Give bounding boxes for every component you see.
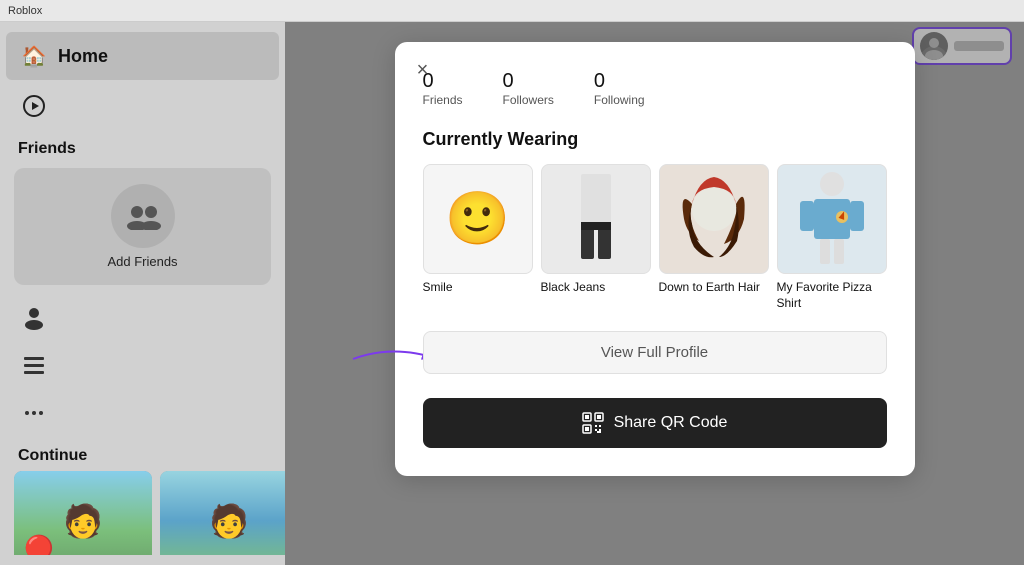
followers-count: 0 [503,70,514,93]
view-profile-container: View Full Profile [423,331,887,386]
stat-following: 0 Following [594,70,645,107]
item-name-pizza-shirt: My Favorite Pizza Shirt [777,280,887,311]
home-label: Home [58,46,108,67]
following-label: Following [594,93,645,107]
items-grid: 🙂 Smile [423,164,887,311]
add-friends-card[interactable]: Add Friends [14,168,271,285]
following-count: 0 [594,70,605,93]
item-thumb-shirt [777,164,887,274]
sidebar-item-more[interactable] [6,389,279,437]
title-bar: Roblox [0,0,1024,22]
item-card-pizza-shirt[interactable]: My Favorite Pizza Shirt [777,164,887,311]
item-name-hair: Down to Earth Hair [659,280,769,296]
currently-wearing-title: Currently Wearing [423,129,887,150]
item-card-black-jeans[interactable]: Black Jeans [541,164,651,311]
main-content: × 0 Friends 0 Followers 0 Following [285,22,1024,565]
item-card-smile[interactable]: 🙂 Smile [423,164,533,311]
continue-section-title: Continue [0,437,285,471]
item-thumb-jeans [541,164,651,274]
app-title: Roblox [8,5,42,17]
game-card-arabic[interactable]: 🧑 رت العرب 👍 79% [160,471,285,555]
add-friends-label: Add Friends [107,254,177,269]
sidebar: 🏠 Home Friends [0,22,285,565]
item-thumb-hair [659,164,769,274]
continue-games: 🧑 🔴 Blade Ball 👍 94% 👤 66.2K 🧑 رت ا [0,471,285,555]
game-thumb-bladeball: 🧑 🔴 [14,471,152,555]
sidebar-item-discover[interactable] [6,82,279,130]
sidebar-nav: 🏠 Home [0,32,285,130]
share-qr-button[interactable]: Share QR Code [423,398,887,448]
friends-section-title: Friends [0,130,285,164]
game-card-bladeball[interactable]: 🧑 🔴 Blade Ball 👍 94% 👤 66.2K [14,471,152,555]
stats-row: 0 Friends 0 Followers 0 Following [423,66,887,107]
friends-label: Friends [423,93,463,107]
followers-label: Followers [503,93,554,107]
modal-close-button[interactable]: × [409,56,437,84]
view-full-profile-button[interactable]: View Full Profile [423,331,887,374]
home-icon: 🏠 [18,40,50,72]
more-icon [18,397,50,429]
sidebar-item-home[interactable]: 🏠 Home [6,32,279,80]
item-name-black-jeans: Black Jeans [541,280,651,296]
sidebar-item-avatar[interactable] [6,293,279,341]
add-friends-icon [111,184,175,248]
item-name-smile: Smile [423,280,533,296]
modal-overlay: × 0 Friends 0 Followers 0 Following [285,22,1024,565]
item-thumb-smile: 🙂 [423,164,533,274]
catalog-icon [18,349,50,381]
avatar-icon [18,301,50,333]
sidebar-item-catalog[interactable] [6,341,279,389]
qr-icon [582,412,604,434]
game-thumb-arabic: 🧑 [160,471,285,555]
stat-followers: 0 Followers [503,70,554,107]
discover-icon [18,90,50,122]
profile-modal: × 0 Friends 0 Followers 0 Following [395,42,915,476]
item-card-hair[interactable]: Down to Earth Hair [659,164,769,311]
